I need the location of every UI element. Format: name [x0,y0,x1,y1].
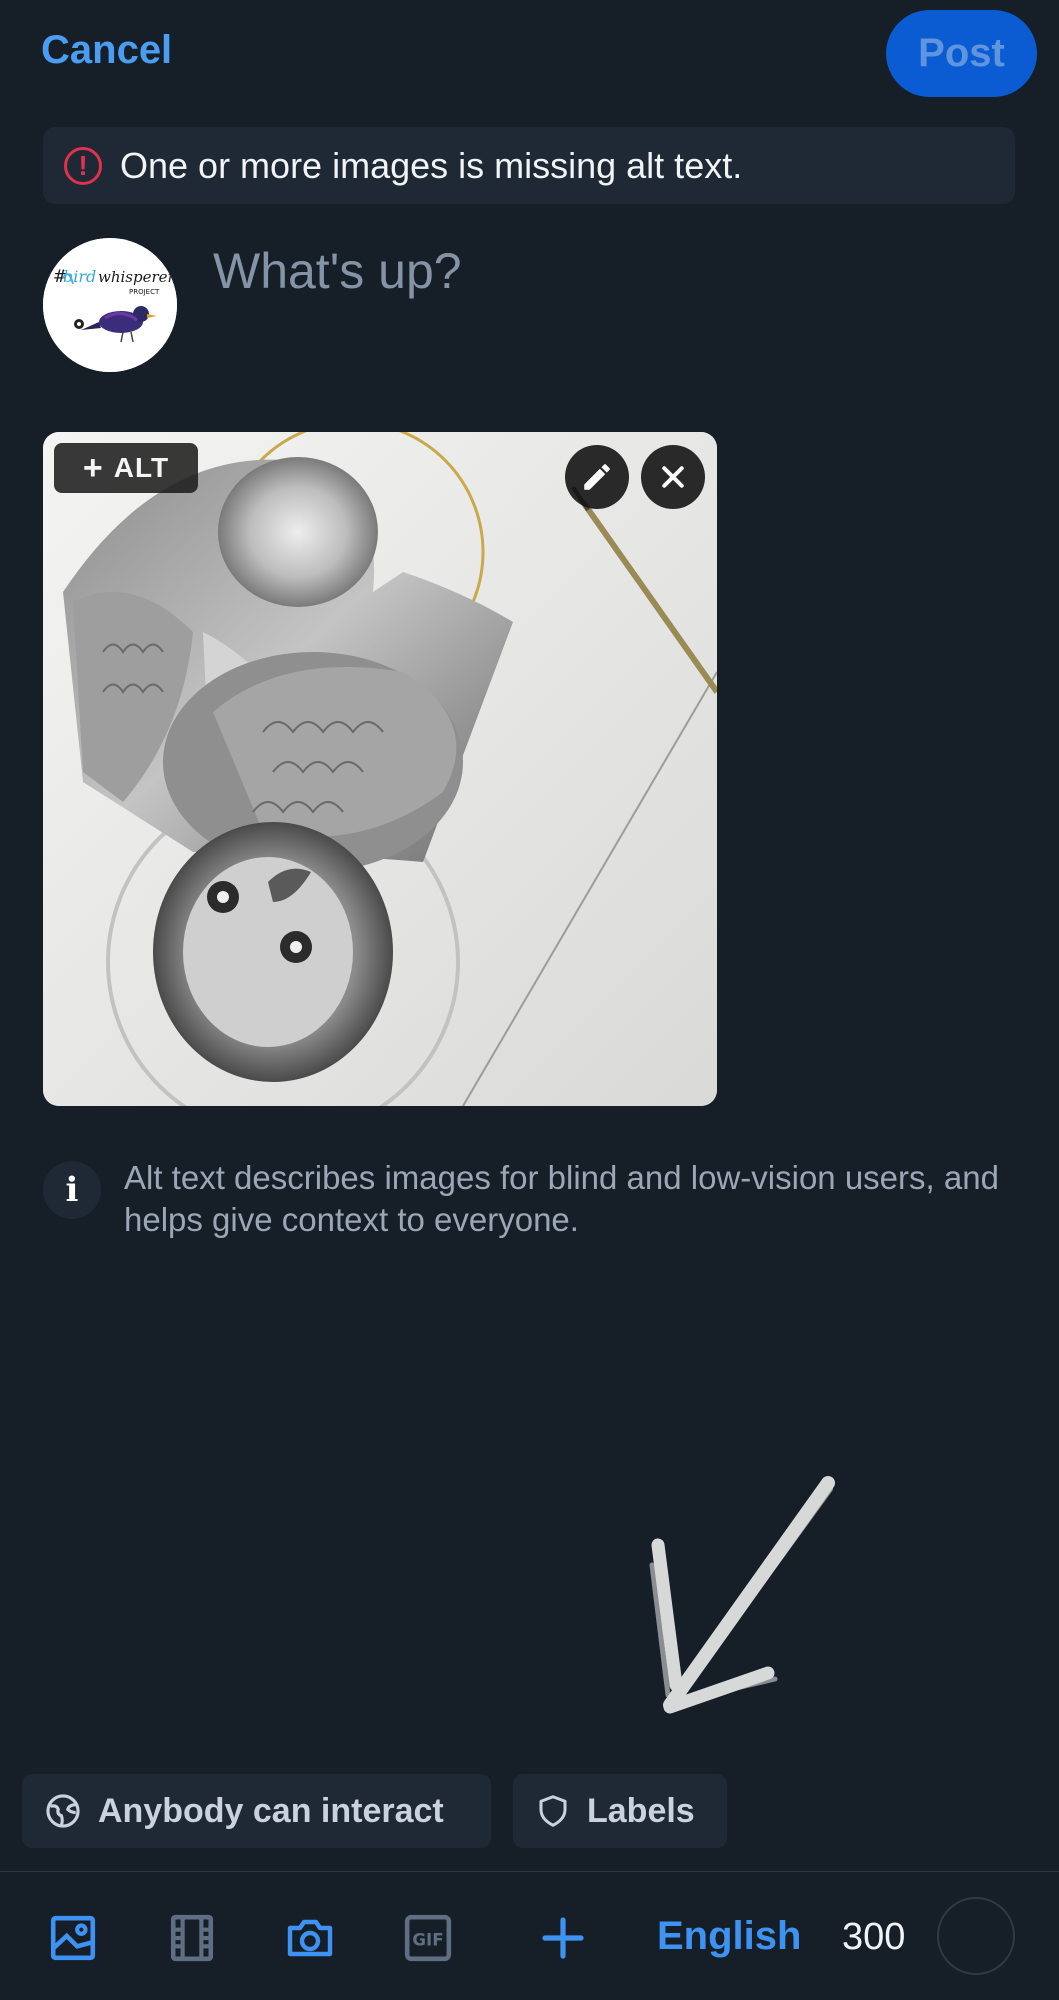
svg-text:whisperer: whisperer [98,268,176,286]
gallery-button[interactable] [47,1912,99,1964]
plus-icon: + [82,448,104,487]
labels-button[interactable]: Labels [513,1774,727,1848]
warning-text: One or more images is missing alt text. [120,144,743,186]
post-composer-screen: Cancel Post ! One or more images is miss… [0,0,1059,2000]
character-counter: 300 [842,1916,906,1958]
edit-image-button[interactable] [565,445,629,509]
language-selector[interactable]: English [657,1914,801,1959]
composer-toolbar: GIF English 300 [0,1871,1059,2000]
cancel-button[interactable]: Cancel [41,28,172,73]
alt-text-hint-text: Alt text describes images for blind and … [124,1159,999,1238]
post-button[interactable]: Post [886,10,1037,97]
video-icon [170,1914,214,1962]
camera-icon [287,1919,333,1957]
image-attachment[interactable]: + ALT [43,432,717,1106]
info-icon: i [43,1161,101,1219]
alt-text-hint: i Alt text describes images for blind an… [43,1157,1013,1241]
exclamation-circle-icon: ! [64,146,102,185]
missing-alt-warning: ! One or more images is missing alt text… [43,127,1015,204]
earth-icon [46,1794,80,1828]
alt-button-label: ALT [113,452,170,483]
avatar[interactable]: # bird whisperer PROJECT [43,238,177,372]
remove-image-button[interactable] [641,445,705,509]
scribble-arrow-annotation [649,1476,835,1714]
add-alt-text-button[interactable]: + ALT [54,443,198,493]
plus-icon [542,1917,584,1959]
svg-text:GIF: GIF [412,1930,443,1949]
character-progress-ring [937,1897,1015,1975]
add-thread-button[interactable] [537,1912,589,1964]
pencil-icon [584,464,610,490]
svg-text:bird: bird [63,267,96,286]
close-icon [662,466,684,488]
gif-icon: GIF [404,1914,452,1962]
post-text-input[interactable] [213,236,1013,306]
interaction-settings-button[interactable]: Anybody can interact [22,1774,491,1848]
video-button[interactable] [166,1912,218,1964]
interaction-settings-label: Anybody can interact [98,1791,444,1830]
gif-button[interactable]: GIF [402,1912,454,1964]
owl-drawing-image [43,432,717,1106]
gallery-icon [50,1915,96,1961]
camera-button[interactable] [284,1912,336,1964]
avatar-logo: # bird whisperer PROJECT [43,238,177,372]
shield-icon [539,1795,567,1827]
svg-text:PROJECT: PROJECT [129,288,160,296]
labels-label: Labels [587,1791,695,1830]
